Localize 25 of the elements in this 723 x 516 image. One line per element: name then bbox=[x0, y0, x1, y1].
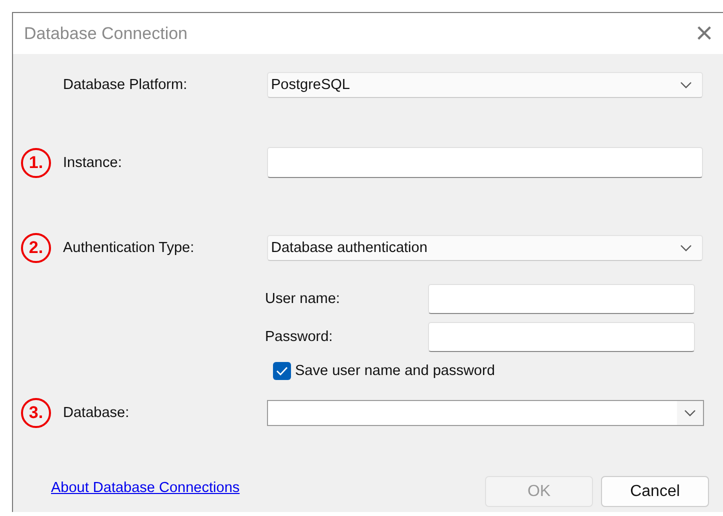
chevron-icon bbox=[680, 81, 692, 89]
check-icon bbox=[276, 366, 288, 376]
field-label: Authentication Type: bbox=[63, 240, 196, 256]
step-marker: 1. bbox=[21, 148, 51, 178]
chevron-icon bbox=[684, 409, 696, 417]
field-label: Instance: bbox=[63, 154, 123, 170]
chevron-icon bbox=[680, 244, 692, 252]
window-title: Database Connection bbox=[24, 24, 188, 44]
close-button[interactable]: × bbox=[689, 18, 719, 48]
input-field[interactable] bbox=[267, 147, 703, 178]
step-marker: 3. bbox=[21, 398, 51, 428]
field-label: Password: bbox=[265, 329, 334, 345]
cancel-button[interactable]: Cancel bbox=[601, 476, 709, 507]
checkbox[interactable] bbox=[273, 362, 291, 380]
field-label: Database Platform: bbox=[63, 77, 188, 93]
combo-box[interactable] bbox=[267, 400, 704, 426]
dropdown[interactable]: Database authentication bbox=[267, 235, 703, 261]
checkbox-label: Save user name and password bbox=[295, 363, 495, 379]
input-field[interactable] bbox=[428, 322, 695, 352]
dropdown[interactable]: PostgreSQL bbox=[267, 72, 703, 98]
step-marker: 2. bbox=[21, 233, 51, 263]
input-field[interactable] bbox=[428, 284, 695, 314]
field-label: Database: bbox=[63, 405, 130, 421]
help-link[interactable]: About Database Connections bbox=[51, 480, 240, 496]
field-label: User name: bbox=[265, 291, 341, 307]
